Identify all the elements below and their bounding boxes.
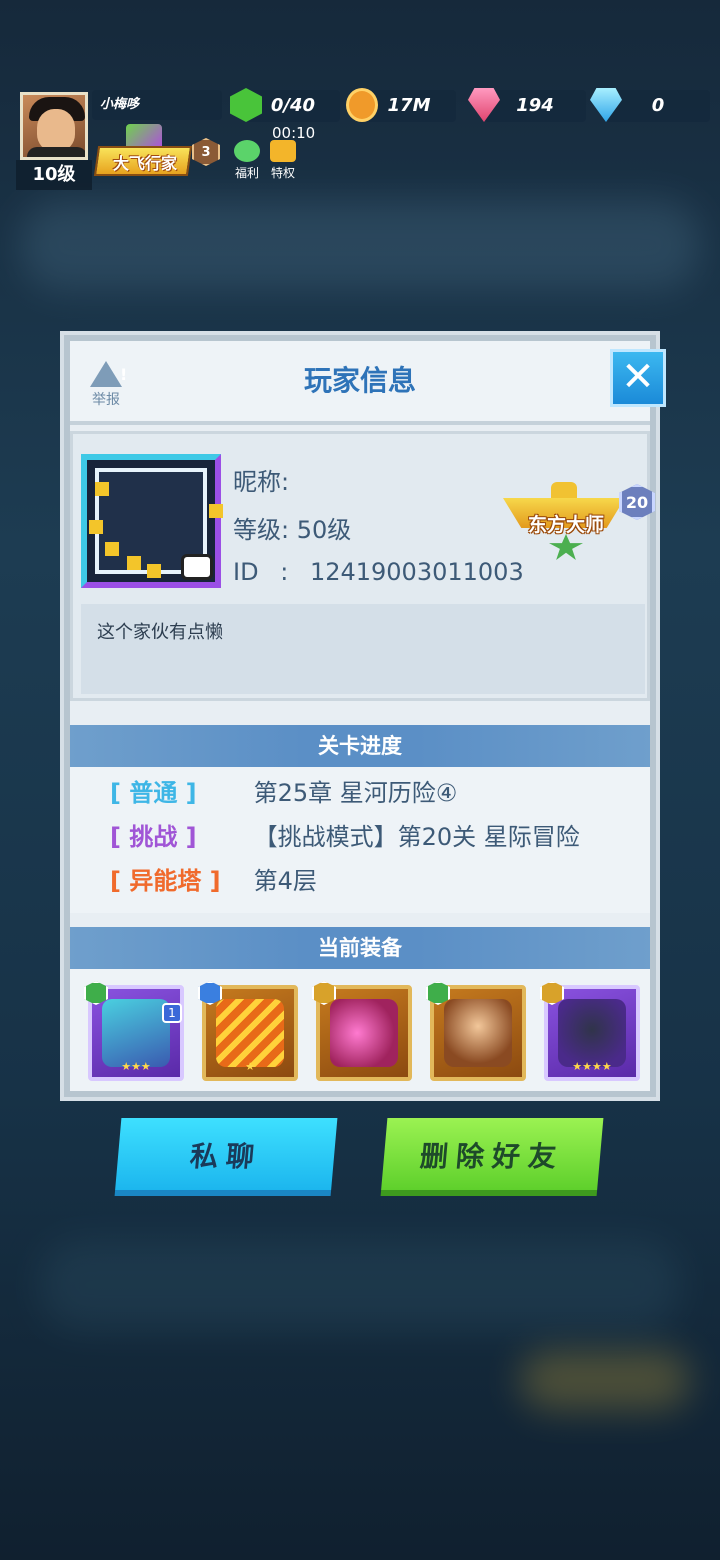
progress-tag: [ 普通 ] [110,779,197,807]
equipment-header: 当前装备 [70,927,650,969]
dialog-header: ! 举报 玩家信息 [70,341,650,425]
profile-card: 昵称: 等级: 50级 ID : 12419003011003 东方大师 20 … [70,431,655,701]
avatar-frame[interactable] [81,454,223,588]
progress-value: 【挑战模式】第20关 星际冒险 [253,823,580,851]
id-value: 12419003011003 [309,558,524,586]
progress-row-tower: [ 异能塔 ] 第4层 [110,861,317,901]
dialog-body: ! 举报 玩家信息 昵称: 等级: 50级 ID: 1241900301100… [70,341,655,1091]
title-badge-label: 大飞行家 [112,154,177,173]
equipment-stars: ★★★★ [572,1060,612,1073]
progress-list: [ 普通 ] 第25章 星河历险④ [ 挑战 ] 【挑战模式】第20关 星际冒险… [70,767,650,913]
diamond-resource[interactable]: 0 [590,88,710,122]
coin-resource[interactable]: 17M [346,88,456,122]
welfare-label: 福利 [234,166,259,180]
shadow-wolf-icon[interactable]: ★★★★ [540,981,640,1081]
pink-blade-icon[interactable] [312,981,412,1081]
coin-icon [346,88,378,122]
progress-tag: [ 挑战 ] [110,823,197,851]
monkey-king-icon[interactable] [426,981,526,1081]
background-blur [20,200,700,290]
gem-value: 194 [484,90,586,122]
equipment-level: 1 [162,1003,182,1023]
level-label: 等级: [233,516,290,544]
progress-value: 第25章 星河历险④ [253,779,458,807]
star-icon [549,534,583,560]
progress-row-normal: [ 普通 ] 第25章 星河历险④ [110,773,457,813]
progress-value: 第4层 [253,867,317,895]
diamond-value: 0 [606,90,710,122]
title-rank-badge: 3 [192,138,220,166]
title-badge[interactable]: 大飞行家 [93,124,193,190]
chat-bubble-icon [234,140,260,162]
rank-badge-title: 东方大师 [527,514,604,536]
equipment-stars: ★ [245,1060,255,1073]
top-hud: 10级 小梅哆 大飞行家 3 00:10 福利 特权 0/40 17M 194 … [0,0,720,200]
equipment-stars: ★★★ [121,1060,151,1073]
id-label: ID [233,558,259,586]
level-value: 50级 [296,516,352,544]
delete-friend-button[interactable]: 删除好友 [380,1118,604,1196]
progress-tag: [ 异能塔 ] [110,867,221,895]
gem-resource[interactable]: 194 [468,88,586,122]
panda-icon [181,554,213,580]
private-chat-button[interactable]: 私聊 [114,1118,338,1196]
nickname-label: 昵称: [233,468,290,496]
avatar[interactable] [20,92,88,160]
close-button[interactable]: ✕ [610,349,666,407]
player-info-dialog: ! 举报 玩家信息 昵称: 等级: 50级 ID: 1241900301100… [60,331,666,1101]
dialog-title: 玩家信息 [303,364,416,397]
crown-icon [270,140,296,162]
background-blur [40,1240,680,1330]
privilege-button[interactable]: 特权 [266,140,300,181]
player-name: 小梅哆 [92,90,222,120]
progress-header: 关卡进度 [70,725,650,767]
equipment-list: 1 ★★★ ★ ★★★★ [70,969,650,1091]
id-separator: : [280,558,289,586]
rank-badge[interactable]: 东方大师 20 [503,482,655,562]
background-blur [520,1350,690,1410]
energy-resource[interactable]: 0/40 [230,88,340,122]
robot-raccoon-icon[interactable]: 1 ★★★ [84,981,184,1081]
welfare-button[interactable]: 福利 [230,140,264,181]
player-level: 10级 [16,160,92,190]
progress-row-challenge: [ 挑战 ] 【挑战模式】第20关 星际冒险 [110,817,580,857]
fire-missiles-icon[interactable]: ★ [198,981,298,1081]
signature-text: 这个家伙有点懒 [81,604,645,694]
privilege-label: 特权 [270,166,295,180]
